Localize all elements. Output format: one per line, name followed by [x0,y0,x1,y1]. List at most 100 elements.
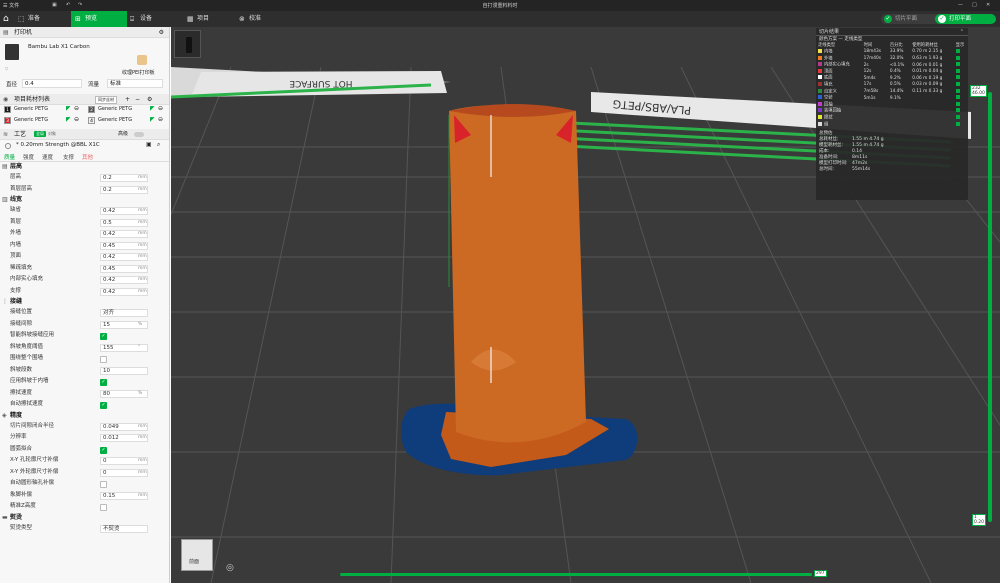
visibility-checkbox[interactable] [955,75,960,80]
feature-pct: 14.4% [889,88,904,94]
nozzle-select[interactable]: 0.4 [22,79,82,88]
setting-select[interactable]: 不熨烫 [100,524,148,533]
feature-pct: 33.9% [889,49,904,55]
subtab-4[interactable]: 其他 [82,153,93,161]
home-icon[interactable]: ⌂ [3,14,13,24]
feature-pct [888,102,910,109]
close-icon[interactable]: ✕ [986,2,990,8]
remove-filament-icon[interactable]: − [135,94,140,105]
visibility-checkbox[interactable] [955,95,960,100]
visibility-checkbox[interactable] [955,49,960,54]
feature-row: 擦拭 [816,115,968,122]
print-plate-button[interactable]: ✓ 打印平面 [935,14,996,24]
minimize-icon[interactable]: — [958,2,963,8]
subtab-0[interactable]: 质量 [4,153,15,161]
setting-row: 缺省 0.42 mm [0,205,169,217]
tab-0[interactable]: ⬚ 准备 [14,11,70,27]
visibility-checkbox[interactable] [955,101,960,106]
maximize-icon[interactable]: □ [972,2,977,8]
tab-3[interactable]: ▦ 项目 [183,11,233,27]
move-slider[interactable] [340,573,812,576]
subtab-3[interactable]: 支撑 [63,153,74,161]
setting-checkbox[interactable] [100,481,107,488]
filament-name: Generic PETG [98,106,133,112]
settings-icon[interactable]: ⚙ [159,27,164,38]
setting-label: 支撑 [10,287,22,294]
filament-remove-icon[interactable]: ⊖ [74,116,79,123]
setting-row: 自动圆形轴孔补偿 [0,478,169,490]
filament-edit-icon[interactable]: ◤ [66,105,71,112]
setting-label: 斜坡段数 [10,366,33,373]
tab-icon: ⬚ [18,15,25,23]
flow-select[interactable]: 标准 [107,79,163,88]
visibility-checkbox[interactable] [955,115,960,120]
filament-item[interactable]: 1 Generic PETG ◤ ⊖ [4,105,84,115]
group-icon: ⋮ [2,298,8,305]
filament-remove-icon[interactable]: ⊖ [158,116,163,123]
layer-slider[interactable] [988,92,992,522]
sync-filament-button[interactable]: 同步丝材 [95,96,117,104]
filament-item[interactable]: 4 Generic PETG ◤ ⊖ [88,116,168,126]
nozzle-row: 直径 0.4 流量 标准 [0,78,169,90]
setting-unit: mm [138,208,147,213]
visibility-checkbox[interactable] [955,55,960,60]
camera-reset-icon[interactable]: ◎ [226,563,234,573]
filament-remove-icon[interactable]: ⊖ [158,105,163,112]
setting-row: 熨烫类型 不熨烫 [0,523,169,535]
object-toggle[interactable]: 对象 [48,131,56,137]
visibility-checkbox[interactable] [955,82,960,87]
group-icon: ▬ [2,513,8,521]
filament-edit-icon[interactable]: ◤ [150,105,155,112]
process-preset-select[interactable]: * 0.20mm Strength @BBL X1C [16,142,100,148]
feature-used: 0.11 m 0.33 g [912,88,943,94]
filament-edit-icon[interactable]: ◤ [150,116,155,123]
collapse-icon[interactable]: ⌃ [960,28,964,36]
setting-unit: mm [138,186,147,192]
printer-image [5,44,19,60]
summary-label: 成本: [819,149,830,155]
feature-pct [888,115,910,122]
plate-type[interactable]: 纹理PEI打印板 [122,69,155,76]
visibility-checkbox[interactable] [955,88,960,93]
subtab-2[interactable]: 速度 [42,153,53,161]
tab-2[interactable]: ⌹ 设备 [126,11,182,27]
plate-thumbnail[interactable] [174,30,201,58]
setting-checkbox[interactable] [100,504,107,511]
setting-input[interactable]: 155 [100,343,148,352]
setting-checkbox[interactable]: ✓ [100,446,107,454]
global-toggle[interactable]: 全局 [34,131,46,137]
add-filament-icon[interactable]: + [125,94,130,105]
visibility-checkbox[interactable] [955,68,960,73]
setting-select[interactable]: 对齐 [100,309,148,317]
setting-input[interactable]: 10 [100,366,148,375]
summary-value: 55m14s [852,167,871,173]
save-preset-icon[interactable]: ▣ [146,141,152,148]
setting-checkbox[interactable]: ✓ [100,379,107,386]
search-icon[interactable]: ⌕ [157,141,160,149]
tab-1[interactable]: ⊞ 预览 [71,11,127,27]
filament-edit-icon[interactable]: ◤ [66,116,71,123]
feature-row: 装填回抽 [816,108,968,115]
filament-item[interactable]: 3 Generic PETG ◤ ⊖ [4,116,84,126]
visibility-checkbox[interactable] [955,108,960,113]
setting-label: 象脚补偿 [10,491,33,498]
feature-pct: 32.0% [889,55,904,61]
filament-item[interactable]: 2 Generic PETG ◤ ⊖ [88,105,168,115]
visibility-checkbox[interactable] [955,121,960,126]
tab-4[interactable]: ⊗ 校准 [235,11,285,27]
setting-checkbox[interactable] [100,356,107,363]
advanced-toggle[interactable] [134,132,144,137]
filament-remove-icon[interactable]: ⊖ [74,105,79,112]
visibility-checkbox[interactable] [955,62,960,67]
setting-label: 智能斜坡接缝应用 [10,332,55,338]
view-cube[interactable]: 前面 [181,539,213,571]
feature-name-cell: 自定义 [816,88,862,96]
setting-checkbox[interactable]: ✓ [100,402,107,409]
color-swatch [818,121,822,126]
process-icon: ≋ [3,131,9,138]
color-scheme-select[interactable]: 走线类型 [844,37,862,42]
filament-settings-icon[interactable]: ⚙ [147,94,152,105]
printer-name[interactable]: Bambu Lab X1 Carbon [28,44,90,50]
setting-checkbox[interactable]: ✓ [100,333,107,340]
subtab-1[interactable]: 强度 [23,153,34,161]
